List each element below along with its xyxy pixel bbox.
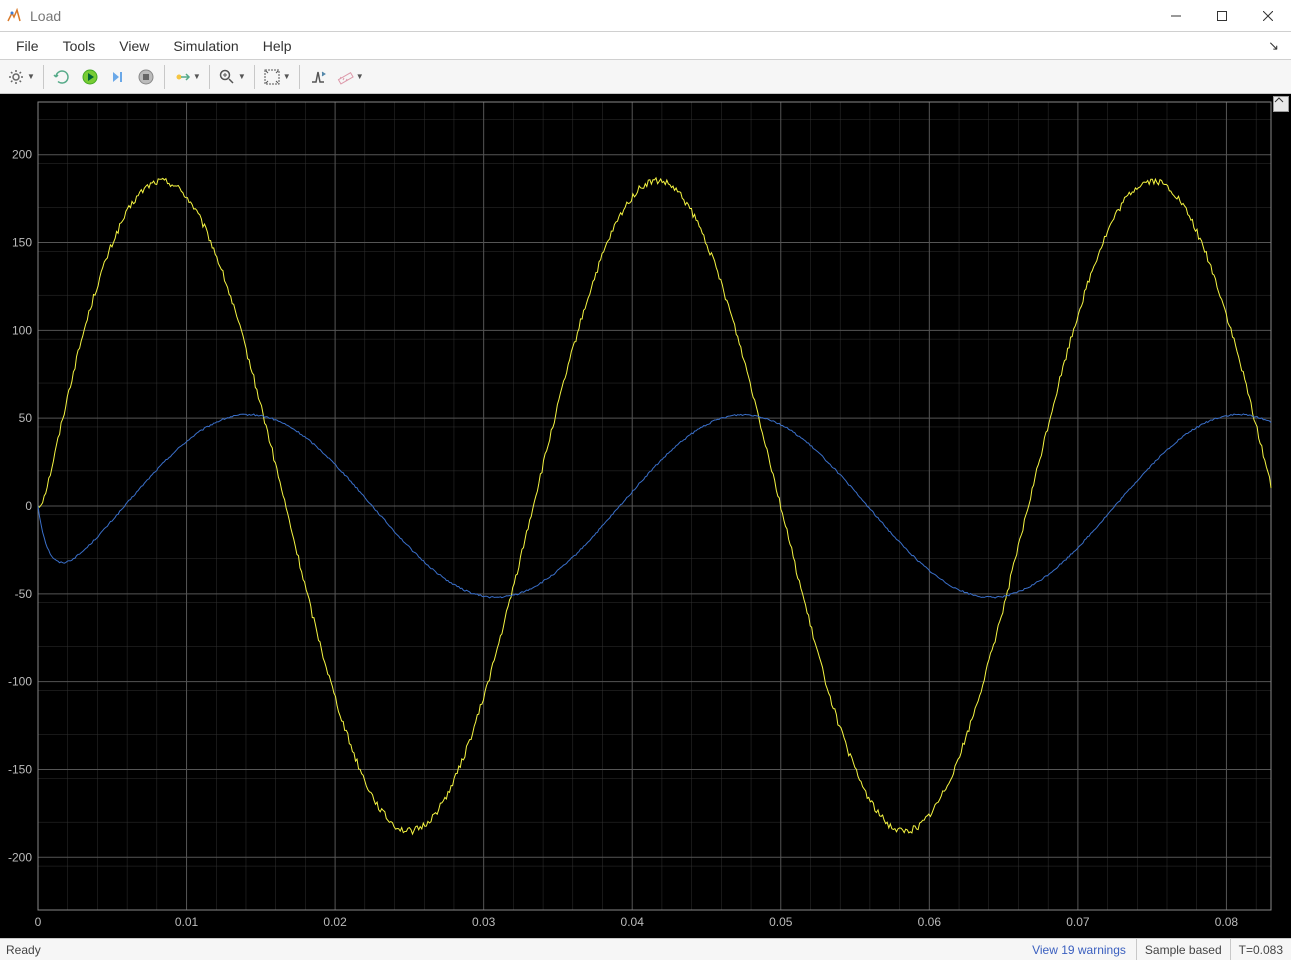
- status-time: T=0.083: [1230, 939, 1291, 960]
- svg-text:0: 0: [25, 499, 32, 513]
- svg-text:0: 0: [35, 915, 42, 929]
- svg-text:0.04: 0.04: [621, 915, 645, 929]
- status-bar: Ready View 19 warnings Sample based T=0.…: [0, 938, 1291, 960]
- menu-view[interactable]: View: [107, 34, 161, 58]
- toolbar: ▼ ▼ ▼ ▼ ▼: [0, 60, 1291, 94]
- svg-text:0.02: 0.02: [323, 915, 347, 929]
- menu-simulation[interactable]: Simulation: [161, 34, 250, 58]
- settings-gear-icon[interactable]: ▼: [4, 64, 38, 90]
- svg-text:-150: -150: [8, 762, 32, 776]
- svg-text:0.05: 0.05: [769, 915, 793, 929]
- svg-text:-200: -200: [8, 850, 32, 864]
- svg-text:0.01: 0.01: [175, 915, 199, 929]
- scope-canvas[interactable]: -200 -150 -100 -50 0 50 100 150 200 0 0.01 0.02 0.03…: [0, 94, 1291, 938]
- maximize-axes-icon[interactable]: [1273, 96, 1289, 112]
- menu-file[interactable]: File: [4, 34, 51, 58]
- window-title: Load: [30, 8, 1153, 24]
- autoscale-icon[interactable]: ▼: [260, 64, 294, 90]
- close-button[interactable]: [1245, 0, 1291, 32]
- svg-text:0.07: 0.07: [1066, 915, 1090, 929]
- status-mode: Sample based: [1136, 939, 1230, 960]
- minimize-button[interactable]: [1153, 0, 1199, 32]
- menu-tools[interactable]: Tools: [51, 34, 108, 58]
- menu-bar: File Tools View Simulation Help ↘: [0, 32, 1291, 60]
- svg-text:0.08: 0.08: [1215, 915, 1239, 929]
- status-warnings-link[interactable]: View 19 warnings: [1022, 943, 1136, 957]
- svg-text:0.06: 0.06: [918, 915, 942, 929]
- zoom-icon[interactable]: ▼: [215, 64, 249, 90]
- svg-text:200: 200: [12, 148, 32, 162]
- step-forward-icon[interactable]: [105, 64, 131, 90]
- triggers-icon[interactable]: [305, 64, 331, 90]
- status-ready: Ready: [0, 943, 1022, 957]
- scope-plot[interactable]: -200 -150 -100 -50 0 50 100 150 200 0 0.01 0.02 0.03…: [0, 94, 1291, 938]
- stop-icon[interactable]: [133, 64, 159, 90]
- run-icon[interactable]: [77, 64, 103, 90]
- menu-help[interactable]: Help: [251, 34, 304, 58]
- matlab-app-icon: [6, 8, 22, 24]
- highlight-signal-icon[interactable]: ▼: [170, 64, 204, 90]
- svg-text:100: 100: [12, 323, 32, 337]
- maximize-button[interactable]: [1199, 0, 1245, 32]
- svg-text:0.03: 0.03: [472, 915, 496, 929]
- svg-text:-100: -100: [8, 675, 32, 689]
- menu-overflow-icon[interactable]: ↘: [1260, 38, 1287, 54]
- svg-text:150: 150: [12, 236, 32, 250]
- svg-text:50: 50: [19, 411, 33, 425]
- rewind-icon[interactable]: [49, 64, 75, 90]
- svg-text:-50: -50: [15, 587, 33, 601]
- measurements-icon[interactable]: ▼: [333, 64, 367, 90]
- title-bar: Load: [0, 0, 1291, 32]
